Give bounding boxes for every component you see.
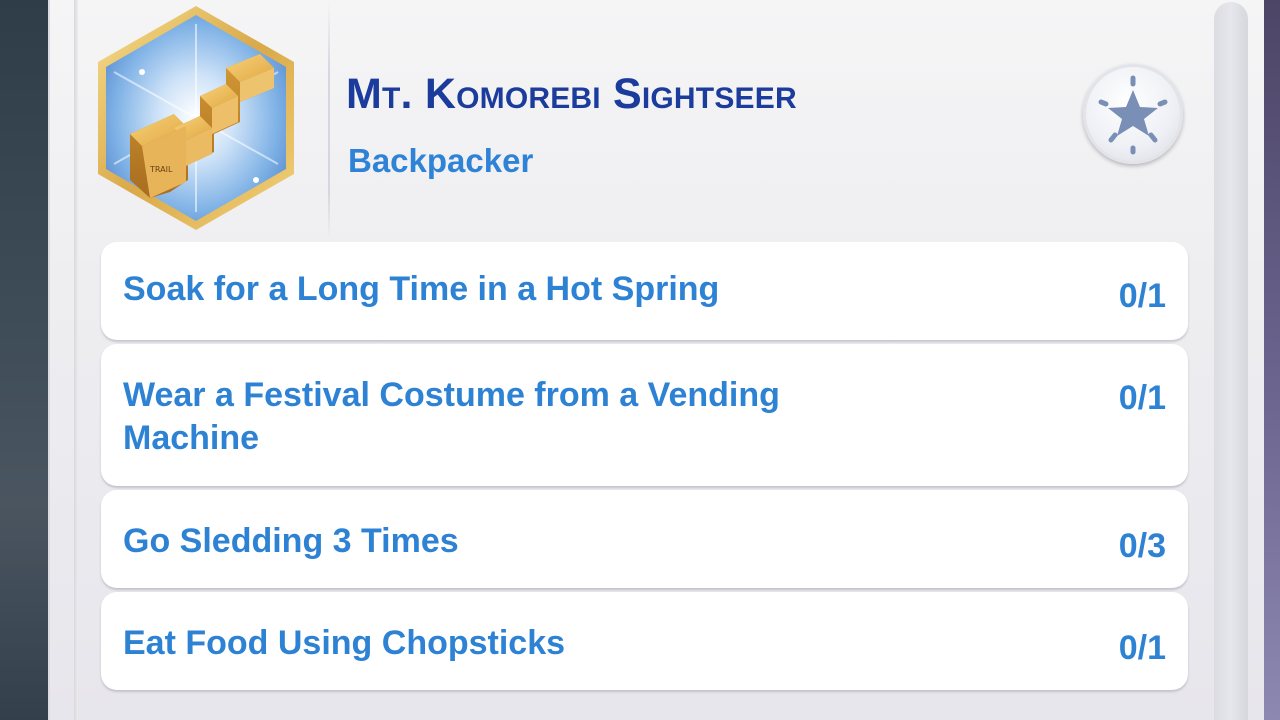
background-left <box>0 0 48 720</box>
scrollbar[interactable] <box>1214 2 1248 720</box>
background-right <box>1262 0 1280 720</box>
aspiration-subtitle: Backpacker <box>348 142 534 179</box>
panel-edge <box>74 0 78 720</box>
golden-stairs-icon: TRAIL <box>90 2 302 232</box>
aspiration-title: Mt. Komorebi Sightseer <box>346 70 797 118</box>
svg-text:TRAIL: TRAIL <box>149 165 173 174</box>
task-row: Eat Food Using Chopsticks 0/1 <box>101 592 1188 690</box>
task-progress: 0/1 <box>1118 629 1166 667</box>
task-row: Soak for a Long Time in a Hot Spring 0/1 <box>101 242 1188 340</box>
aspiration-panel: TRAIL Mt. Komorebi Sightseer Backpacker … <box>48 0 1264 720</box>
task-label: Soak for a Long Time in a Hot Spring <box>123 270 720 308</box>
header-divider <box>328 0 330 240</box>
star-button[interactable] <box>1083 64 1183 164</box>
task-row: Wear a Festival Costume from a Vending M… <box>101 344 1188 486</box>
star-burst-icon <box>1098 75 1168 155</box>
task-row: Go Sledding 3 Times 0/3 <box>101 490 1188 588</box>
task-progress: 0/1 <box>1118 277 1166 315</box>
task-label: Wear a Festival Costume from a Vending M… <box>123 376 780 457</box>
task-label: Eat Food Using Chopsticks <box>123 624 566 662</box>
task-label: Go Sledding 3 Times <box>123 522 459 560</box>
task-progress: 0/3 <box>1118 527 1166 565</box>
task-progress: 0/1 <box>1118 379 1166 417</box>
